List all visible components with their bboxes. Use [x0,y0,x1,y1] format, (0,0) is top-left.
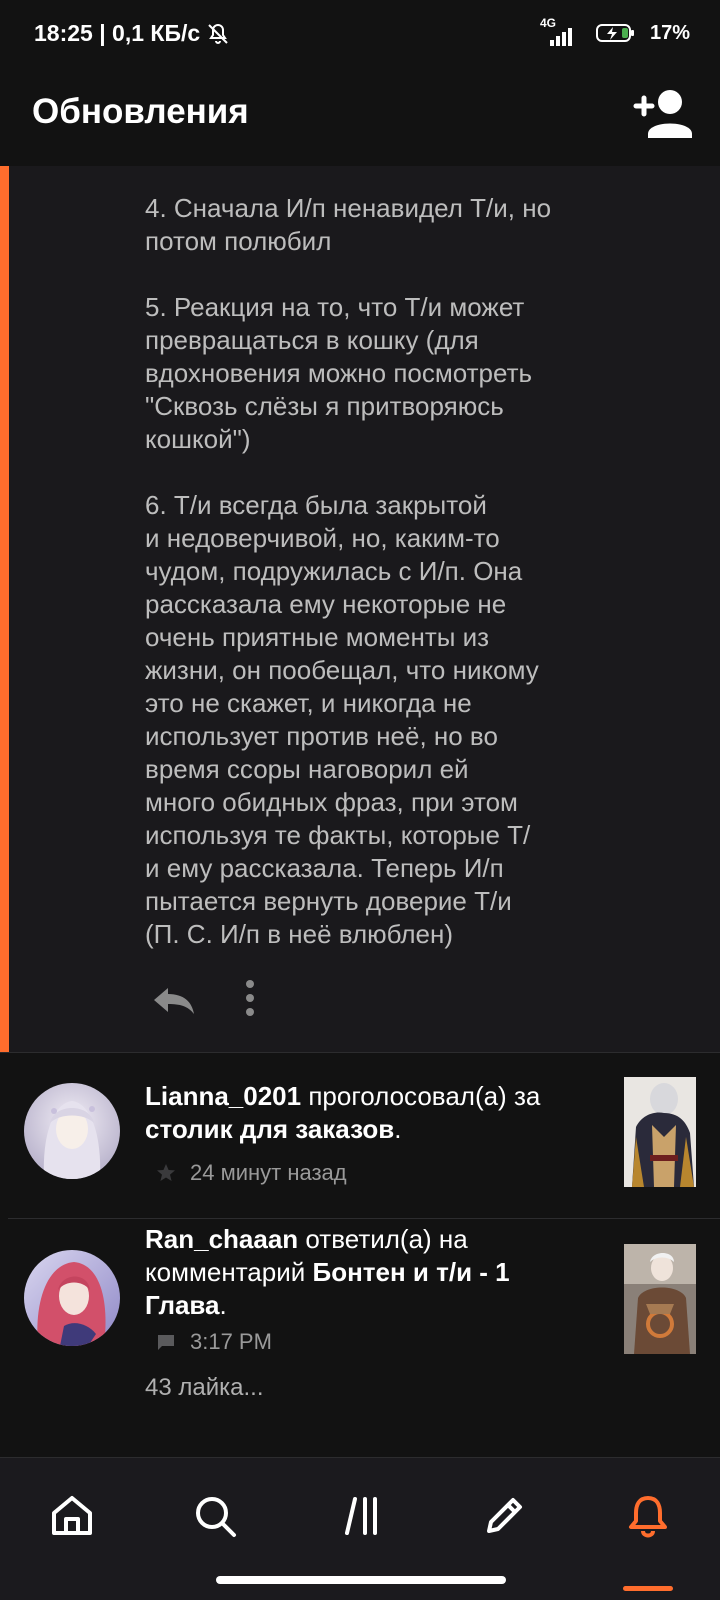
notification-item[interactable]: Lianna_0201 проголосовал(а) за столик дл… [0,1052,720,1218]
add-user-button[interactable] [632,84,698,144]
status-time-speed: 18:25 | 0,1 КБ/с [34,20,201,46]
star-icon [157,1164,175,1181]
bell-icon [629,1496,667,1538]
unread-accent-bar [0,166,9,1052]
notification-user[interactable]: Ran_chaaan [145,1224,298,1254]
more-options-button[interactable] [238,978,262,1022]
notification-meta: 3:17 PM [156,1329,272,1355]
nav-home[interactable] [44,1488,100,1544]
library-icon [345,1497,377,1535]
notification-text: Ran_chaaan ответил(а) на комментарий Бон… [145,1224,510,1320]
battery-charging-icon [595,24,634,42]
battery-percent: 17% [649,21,690,44]
home-gesture-bar[interactable] [216,1576,506,1584]
search-icon [196,1497,236,1537]
nav-write[interactable] [476,1488,532,1544]
add-user-icon [633,90,692,138]
more-vertical-icon [246,980,254,1016]
notification-comment-preview: 43 лайка... [145,1374,264,1401]
story-cover-thumbnail[interactable] [624,1244,696,1354]
status-bar: 18:25 | 0,1 КБ/с 4G 17% [0,0,720,72]
signal-icon: 4G [540,16,582,46]
nav-search[interactable] [187,1488,243,1544]
nav-library[interactable] [334,1488,390,1544]
reply-button[interactable] [150,980,198,1020]
notification-target[interactable]: столик для заказов [145,1114,394,1144]
notification-item[interactable]: Ran_chaaan ответил(а) на комментарий Бон… [0,1219,720,1457]
comment-card: 4. Сначала И/п ненавидел Т/и, но потом п… [0,166,720,1052]
app-bar: Обновления [0,72,720,166]
avatar[interactable] [24,1083,120,1179]
reply-icon [154,988,194,1014]
home-icon [52,1496,92,1535]
active-tab-indicator [623,1586,673,1591]
avatar[interactable] [24,1250,120,1346]
notification-user[interactable]: Lianna_0201 [145,1081,301,1111]
nav-notifications[interactable] [620,1488,676,1544]
notification-meta: 24 минут назад [156,1160,347,1186]
pencil-icon [487,1498,522,1533]
story-cover-thumbnail[interactable] [624,1077,696,1187]
notification-time: 3:17 PM [190,1329,272,1354]
bell-off-icon [208,23,228,44]
comment-icon [158,1335,174,1350]
comment-text: 4. Сначала И/п ненавидел Т/и, но потом п… [145,193,552,949]
notification-time: 24 минут назад [190,1160,347,1185]
notification-text: Lianna_0201 проголосовал(а) за столик дл… [145,1081,541,1144]
page-title: Обновления [32,92,249,131]
